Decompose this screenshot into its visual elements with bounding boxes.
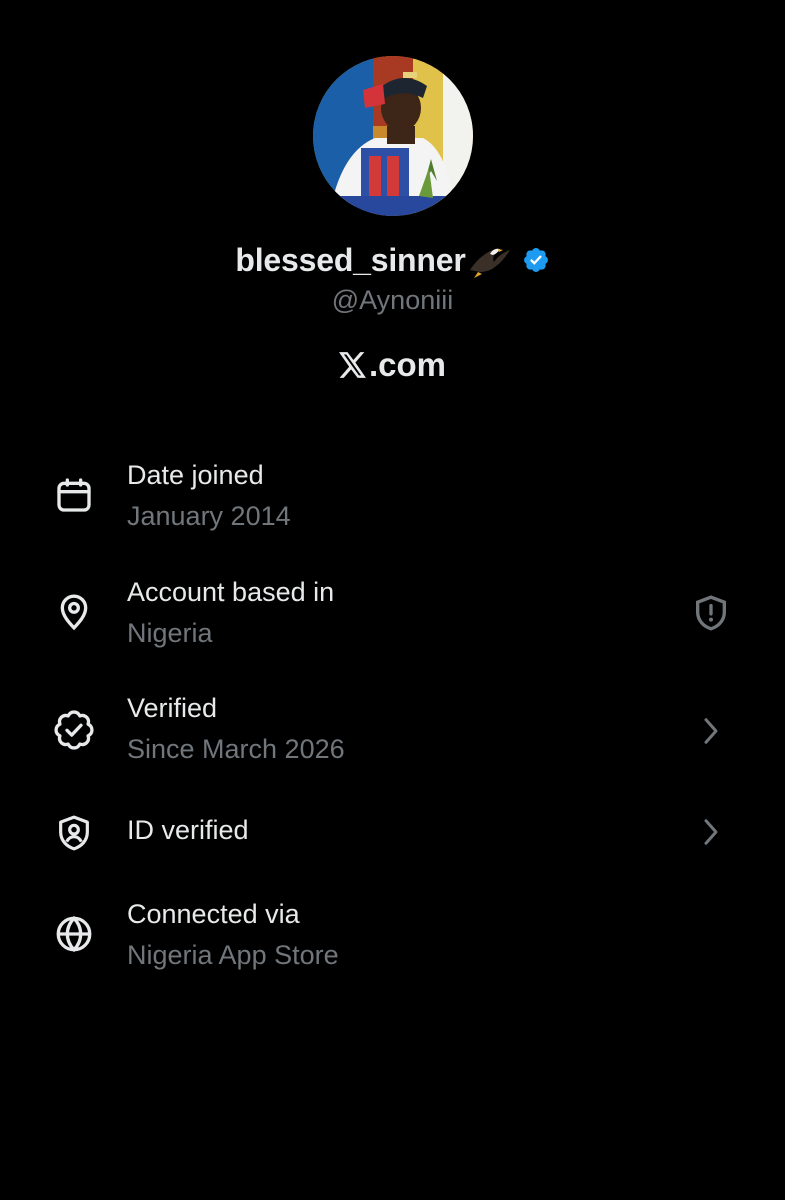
connected-via-value: Nigeria App Store xyxy=(127,940,339,970)
date-joined-value: January 2014 xyxy=(127,501,291,531)
verified-badge-icon[interactable] xyxy=(522,246,550,274)
account-based-in-value: Nigeria xyxy=(127,618,213,648)
location-pin-icon xyxy=(52,590,96,634)
globe-icon xyxy=(52,912,96,956)
account-based-in-label: Account based in xyxy=(127,577,335,607)
date-joined-label: Date joined xyxy=(127,460,264,490)
avatar-image xyxy=(313,56,473,216)
info-row-account-based-in: Account based in Nigeria xyxy=(0,572,785,662)
info-row-id-verified[interactable]: ID verified xyxy=(0,805,785,865)
profile-name-row: blessed_sinner xyxy=(0,240,785,280)
site-suffix: .com xyxy=(368,346,447,383)
chevron-right-icon[interactable] xyxy=(688,809,734,855)
id-verified-label: ID verified xyxy=(127,815,249,845)
verified-badge-outline-icon xyxy=(52,708,96,752)
id-shield-icon xyxy=(52,811,96,855)
connected-via-label: Connected via xyxy=(127,899,300,929)
chevron-right-icon[interactable] xyxy=(688,708,734,754)
calendar-icon xyxy=(52,473,96,517)
info-row-date-joined: Date joined January 2014 xyxy=(0,455,785,545)
display-name: blessed_sinner xyxy=(235,241,466,278)
site-domain: .com xyxy=(0,346,785,384)
avatar[interactable] xyxy=(313,56,473,216)
profile-handle: @Aynoniii xyxy=(331,285,454,315)
x-logo-icon xyxy=(338,352,367,378)
eagle-icon xyxy=(468,240,512,280)
verified-value: Since March 2026 xyxy=(127,734,345,764)
shield-alert-icon[interactable] xyxy=(688,590,734,636)
info-row-connected-via: Connected via Nigeria App Store xyxy=(0,894,785,984)
info-row-verified[interactable]: Verified Since March 2026 xyxy=(0,688,785,778)
verified-label: Verified xyxy=(127,693,218,723)
